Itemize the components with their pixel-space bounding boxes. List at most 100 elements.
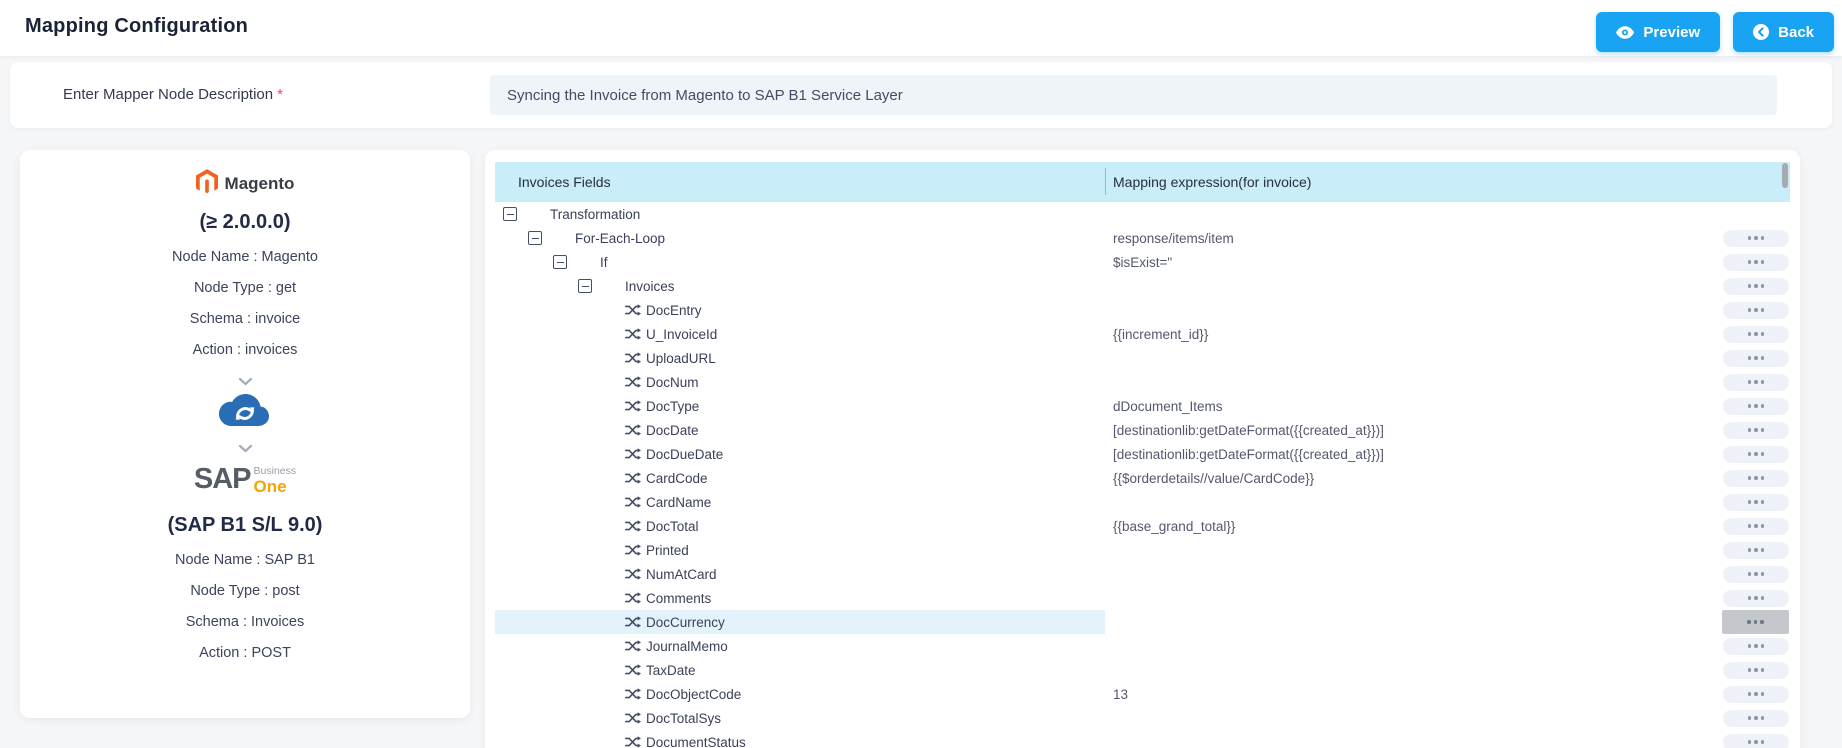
tree-row[interactable]: Comments (495, 586, 1790, 610)
tree-node-label: CardCode (646, 470, 708, 486)
row-actions-button[interactable] (1723, 373, 1789, 391)
row-actions-button[interactable] (1723, 685, 1789, 703)
tree-node-cell[interactable]: JournalMemo (495, 634, 1105, 658)
tree-row[interactable]: DocType dDocument_Items (495, 394, 1790, 418)
row-actions-button[interactable] (1723, 661, 1789, 679)
mapping-expression: {{$orderdetails//value/CardCode}} (1113, 470, 1315, 486)
collapse-toggle-icon[interactable] (578, 279, 592, 293)
tree-row[interactable]: For-Each-Loop response/items/item (495, 226, 1790, 250)
tree-node-cell[interactable]: Invoices (495, 274, 1105, 298)
tree-row[interactable]: CardCode {{$orderdetails//value/CardCode… (495, 466, 1790, 490)
tree-node-cell[interactable]: DocTotalSys (495, 706, 1105, 730)
ellipsis-icon (1747, 740, 1765, 744)
tree-row[interactable]: UploadURL (495, 346, 1790, 370)
row-actions-button[interactable] (1723, 637, 1789, 655)
tree-node-cell[interactable]: DocDueDate (495, 442, 1105, 466)
tree-row[interactable]: Transformation (495, 202, 1790, 226)
tree-row[interactable]: DocObjectCode 13 (495, 682, 1790, 706)
row-actions-button[interactable] (1723, 733, 1789, 748)
tree-row[interactable]: If $isExist=" (495, 250, 1790, 274)
tree-row[interactable]: U_InvoiceId {{increment_id}} (495, 322, 1790, 346)
tree-row[interactable]: NumAtCard (495, 562, 1790, 586)
mapper-node-description-input[interactable] (490, 75, 1777, 115)
back-button[interactable]: Back (1733, 12, 1834, 52)
row-actions-button[interactable] (1723, 301, 1789, 319)
tree-node-cell[interactable]: DocumentStatus (495, 730, 1105, 748)
row-actions-button[interactable] (1723, 709, 1789, 727)
ellipsis-icon (1747, 548, 1765, 552)
tree-node-cell[interactable]: UploadURL (495, 346, 1105, 370)
row-actions-button[interactable] (1723, 589, 1789, 607)
tree-node-label: DocDate (646, 422, 699, 438)
magento-logo-text: Magento (224, 174, 295, 193)
tree-node-cell[interactable]: If (495, 250, 1105, 274)
row-actions-button[interactable] (1723, 493, 1789, 511)
tree-node-cell[interactable]: Transformation (495, 202, 1105, 226)
tree-node-cell[interactable]: CardCode (495, 466, 1105, 490)
tree-node-label: DocTotal (646, 518, 699, 534)
tree-node-cell[interactable]: DocCurrency (495, 610, 1105, 634)
tree-node-label: For-Each-Loop (575, 230, 666, 246)
shuffle-mapping-icon (625, 495, 641, 509)
tree-node-cell[interactable]: For-Each-Loop (495, 226, 1105, 250)
tree-row[interactable]: DocNum (495, 370, 1790, 394)
tree-row[interactable]: DocDate [destinationlib:getDateFormat({{… (495, 418, 1790, 442)
tree-row[interactable]: DocumentStatus (495, 730, 1790, 748)
row-actions-button[interactable] (1723, 397, 1789, 415)
row-actions-button[interactable] (1723, 565, 1789, 583)
tree-row[interactable]: Printed (495, 538, 1790, 562)
shuffle-mapping-icon (625, 519, 641, 533)
tree-node-cell[interactable]: DocDate (495, 418, 1105, 442)
tree-node-cell[interactable]: DocType (495, 394, 1105, 418)
collapse-toggle-icon[interactable] (528, 231, 542, 245)
tree-node-cell[interactable]: DocEntry (495, 298, 1105, 322)
collapse-toggle-icon[interactable] (553, 255, 567, 269)
collapse-toggle-icon[interactable] (503, 207, 517, 221)
tree-row[interactable]: DocEntry (495, 298, 1790, 322)
ellipsis-icon (1747, 380, 1765, 384)
tree-node-cell[interactable]: TaxDate (495, 658, 1105, 682)
target-node-type: Node Type : post (190, 583, 300, 599)
tree-node-label: NumAtCard (646, 566, 717, 582)
row-actions-button[interactable] (1723, 517, 1789, 535)
shuffle-mapping-icon (625, 639, 641, 653)
preview-button[interactable]: Preview (1596, 12, 1721, 52)
row-actions-button[interactable] (1722, 610, 1789, 634)
tree-node-cell[interactable]: DocObjectCode (495, 682, 1105, 706)
tree-row[interactable]: JournalMemo (495, 634, 1790, 658)
row-actions-button[interactable] (1723, 253, 1789, 271)
mapping-expression: 13 (1113, 686, 1129, 702)
tree-row[interactable]: TaxDate (495, 658, 1790, 682)
shuffle-mapping-icon (625, 543, 641, 557)
tree-row[interactable]: DocTotal {{base_grand_total}} (495, 514, 1790, 538)
row-actions-button[interactable] (1723, 469, 1789, 487)
tree-node-cell[interactable]: Printed (495, 538, 1105, 562)
row-actions-button[interactable] (1723, 349, 1789, 367)
tree-node-cell[interactable]: NumAtCard (495, 562, 1105, 586)
tree-node-cell[interactable]: DocTotal (495, 514, 1105, 538)
tree-row[interactable]: CardName (495, 490, 1790, 514)
ellipsis-icon (1747, 404, 1765, 408)
tree-row[interactable]: DocDueDate [destinationlib:getDateFormat… (495, 442, 1790, 466)
tree-node-cell[interactable]: U_InvoiceId (495, 322, 1105, 346)
row-actions-button[interactable] (1723, 445, 1789, 463)
row-actions-button[interactable] (1723, 277, 1789, 295)
ellipsis-icon (1747, 692, 1765, 696)
tree-node-label: If (600, 254, 608, 270)
tree-node-label: TaxDate (646, 662, 696, 678)
row-actions-button[interactable] (1723, 541, 1789, 559)
tree-row[interactable]: Invoices (495, 274, 1790, 298)
column-divider (1105, 168, 1106, 195)
tree-row[interactable]: DocTotalSys (495, 706, 1790, 730)
ellipsis-icon (1747, 524, 1765, 528)
tree-node-cell[interactable]: DocNum (495, 370, 1105, 394)
sap-one-text: One (253, 476, 287, 496)
tree-row[interactable]: DocCurrency (495, 610, 1790, 634)
vertical-scrollbar-thumb[interactable] (1782, 163, 1788, 188)
tree-node-cell[interactable]: Comments (495, 586, 1105, 610)
row-actions-button[interactable] (1723, 325, 1789, 343)
shuffle-mapping-icon (625, 663, 641, 677)
row-actions-button[interactable] (1723, 229, 1789, 247)
tree-node-cell[interactable]: CardName (495, 490, 1105, 514)
row-actions-button[interactable] (1723, 421, 1789, 439)
